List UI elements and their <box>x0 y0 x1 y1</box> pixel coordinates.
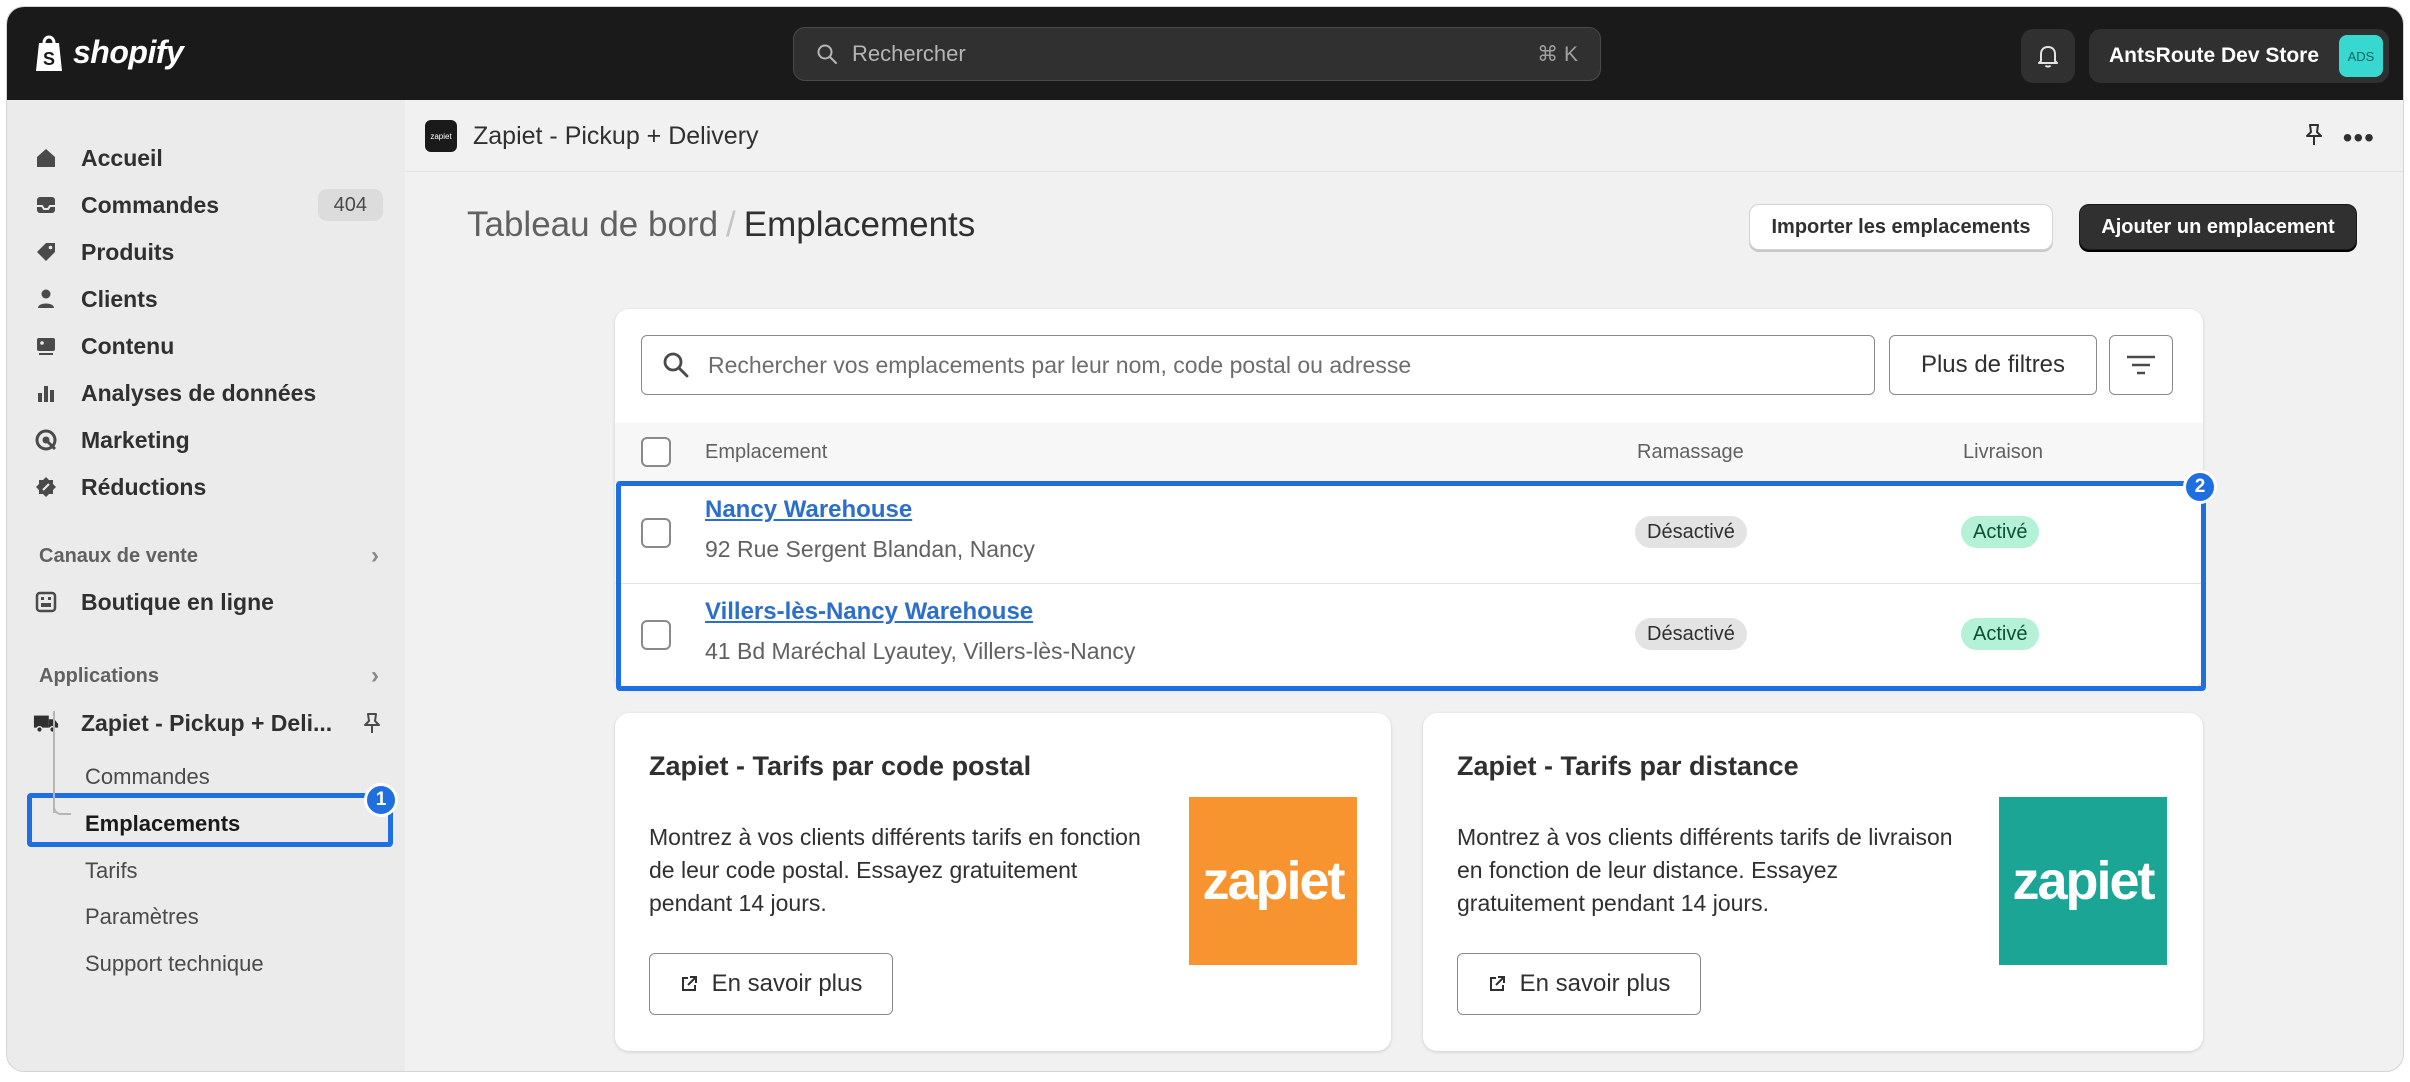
import-locations-button[interactable]: Importer les emplacements <box>1749 204 2053 250</box>
discount-icon <box>33 474 59 500</box>
person-icon <box>33 286 59 312</box>
sidebar-item-analyses[interactable]: Analyses de données <box>33 371 383 415</box>
sidebar-subitem-commandes[interactable]: Commandes <box>85 764 210 790</box>
sidebar-item-reductions[interactable]: Réductions <box>33 465 383 509</box>
step-marker-2: 2 <box>2183 470 2217 504</box>
learn-more-label: En savoir plus <box>1519 970 1671 997</box>
external-link-icon <box>681 976 697 991</box>
sidebar-item-contenu[interactable]: Contenu <box>33 324 383 368</box>
truck-icon <box>33 710 59 736</box>
bar-chart-icon <box>33 380 59 406</box>
page-title: Emplacements <box>743 205 976 244</box>
sidebar-item-online-store[interactable]: Boutique en ligne <box>33 580 383 624</box>
learn-more-button[interactable]: En savoir plus <box>649 953 893 1015</box>
bell-icon <box>2038 46 2058 68</box>
filter-lines-icon <box>2127 355 2155 375</box>
chevron-right-icon: › <box>371 542 379 569</box>
shopify-bag-icon: S <box>36 35 62 71</box>
sidebar-item-produits[interactable]: Produits <box>33 230 383 274</box>
learn-more-label: En savoir plus <box>711 970 863 997</box>
store-menu-button[interactable]: AntsRoute Dev Store ADS <box>2089 29 2389 83</box>
applications-section[interactable]: Applications › <box>39 662 379 690</box>
global-search-input[interactable]: Rechercher ⌘ K <box>793 27 1601 81</box>
svg-text:S: S <box>43 49 55 69</box>
zapiet-logo: zapiet <box>1999 797 2167 965</box>
sidebar: Accueil Commandes 404 Produits Clients C… <box>7 100 405 1071</box>
sidebar-item-marketing[interactable]: Marketing <box>33 418 383 462</box>
zapiet-app-icon: zapiet <box>425 120 457 152</box>
home-icon <box>33 145 59 171</box>
search-shortcut: ⌘ K <box>1537 42 1578 66</box>
search-icon <box>663 352 689 378</box>
add-location-button[interactable]: Ajouter un emplacement <box>2079 204 2357 250</box>
inbox-icon <box>33 192 59 218</box>
sidebar-item-clients[interactable]: Clients <box>33 277 383 321</box>
search-placeholder: Rechercher <box>852 41 966 66</box>
step-marker-1: 1 <box>364 783 398 817</box>
locations-search-input[interactable]: Rechercher vos emplacements par leur nom… <box>641 335 1875 395</box>
promo-title: Zapiet - Tarifs par distance <box>1457 751 1799 781</box>
sidebar-item-commandes[interactable]: Commandes 404 <box>33 183 383 227</box>
promo-description: Montrez à vos clients différents tarifs … <box>1457 824 1953 916</box>
breadcrumb-separator: / <box>726 205 736 244</box>
breadcrumb-parent[interactable]: Tableau de bord <box>467 205 718 244</box>
sidebar-item-label: Commandes <box>81 191 220 218</box>
section-label: Canaux de vente <box>39 544 198 567</box>
more-filters-button[interactable]: Plus de filtres <box>1889 335 2097 395</box>
store-avatar: ADS <box>2339 35 2383 77</box>
notifications-button[interactable] <box>2021 29 2075 83</box>
brand-name: shopify <box>73 33 184 70</box>
pin-icon[interactable] <box>2303 122 2325 153</box>
promo-card-distance: Zapiet - Tarifs par distance Montrez à v… <box>1423 713 2203 1051</box>
highlight-box-emplacements <box>27 793 393 847</box>
sidebar-item-label: Marketing <box>81 426 190 453</box>
sales-channels-section[interactable]: Canaux de vente › <box>39 542 379 570</box>
more-actions-icon[interactable]: ••• <box>2343 122 2375 154</box>
breadcrumb: Tableau de bord / Emplacements <box>467 205 975 245</box>
sidebar-item-label: Réductions <box>81 473 207 500</box>
section-label: Applications <box>39 664 160 687</box>
sidebar-subitem-support[interactable]: Support technique <box>85 951 264 977</box>
sidebar-item-label: Accueil <box>81 144 163 171</box>
app-window: S shopify Rechercher ⌘ K AntsRoute Dev S… <box>6 6 2404 1072</box>
app-header: zapiet Zapiet - Pickup + Delivery ••• <box>405 100 2403 172</box>
sidebar-item-label: Contenu <box>81 332 175 359</box>
app-name: Zapiet - Pickup + Delivery <box>473 122 759 150</box>
column-header-location[interactable]: Emplacement <box>705 441 827 464</box>
promo-title: Zapiet - Tarifs par code postal <box>649 751 1032 781</box>
sidebar-item-label: Clients <box>81 285 158 312</box>
tree-elbow <box>53 797 71 815</box>
orders-count-badge: 404 <box>317 189 383 221</box>
sidebar-subitem-parametres[interactable]: Paramètres <box>85 904 199 930</box>
column-header-delivery[interactable]: Livraison <box>1963 441 2043 464</box>
sidebar-subitem-tarifs[interactable]: Tarifs <box>85 858 138 884</box>
sidebar-item-zapiet[interactable]: Zapiet - Pickup + Deli... <box>33 701 383 745</box>
store-name: AntsRoute Dev Store <box>2109 44 2320 67</box>
tag-icon <box>33 239 59 265</box>
store-icon <box>33 589 59 615</box>
search-placeholder: Rechercher vos emplacements par leur nom… <box>708 351 1412 378</box>
table-header: Emplacement Ramassage Livraison <box>615 423 2203 481</box>
sidebar-item-label: Analyses de données <box>81 379 317 406</box>
learn-more-button[interactable]: En savoir plus <box>1457 953 1701 1015</box>
highlight-box-locations <box>616 481 2206 691</box>
sidebar-item-accueil[interactable]: Accueil <box>33 136 383 180</box>
sidebar-item-label: Zapiet - Pickup + Deli... <box>81 709 333 736</box>
content-icon <box>33 333 59 359</box>
promo-card-postal: Zapiet - Tarifs par code postal Montrez … <box>615 713 1391 1051</box>
column-header-pickup[interactable]: Ramassage <box>1637 441 1744 464</box>
promo-description: Montrez à vos clients différents tarifs … <box>649 824 1141 916</box>
target-icon <box>33 427 59 453</box>
external-link-icon <box>1489 976 1505 991</box>
sidebar-item-label: Boutique en ligne <box>81 588 274 615</box>
sidebar-item-label: Produits <box>81 238 175 265</box>
top-bar: S shopify Rechercher ⌘ K AntsRoute Dev S… <box>7 7 2403 100</box>
shopify-logo[interactable]: S shopify <box>33 31 184 73</box>
pin-icon[interactable] <box>361 711 383 741</box>
select-all-checkbox[interactable] <box>641 437 671 467</box>
sort-button[interactable] <box>2109 335 2173 395</box>
zapiet-logo: zapiet <box>1189 797 1357 965</box>
search-icon <box>817 44 837 64</box>
chevron-right-icon: › <box>371 662 379 689</box>
